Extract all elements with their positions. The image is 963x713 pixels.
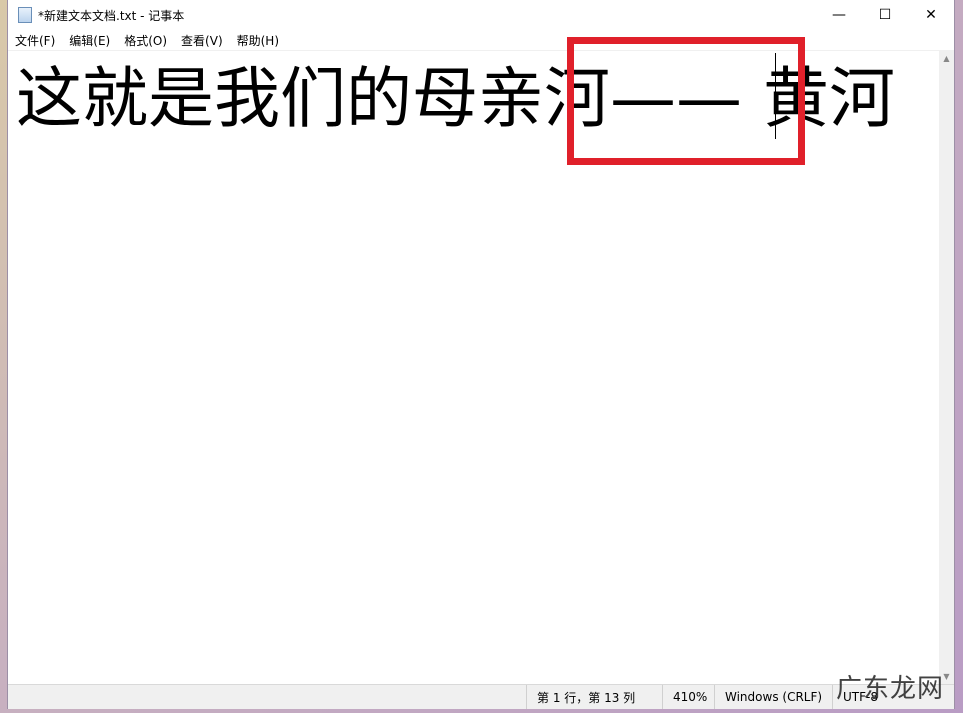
- status-bar: 第 1 行，第 13 列 410% Windows (CRLF) UTF-8: [8, 684, 954, 709]
- vertical-scrollbar[interactable]: ▲ ▼: [939, 50, 954, 684]
- menu-bar: 文件(F) 编辑(E) 格式(O) 查看(V) 帮助(H): [8, 30, 954, 50]
- menu-format[interactable]: 格式(O): [117, 32, 174, 49]
- menu-help[interactable]: 帮助(H): [230, 32, 286, 49]
- line-ending: Windows (CRLF): [714, 685, 832, 709]
- window-title: *新建文本文档.txt - 记事本: [38, 8, 185, 23]
- maximize-button[interactable]: ☐: [862, 0, 908, 30]
- text-editor-area[interactable]: 这就是我们的母亲河—— 黄河: [8, 37, 939, 685]
- notepad-window: *新建文本文档.txt - 记事本 — ☐ ✕ 文件(F) 编辑(E) 格式(O…: [8, 0, 954, 709]
- red-highlight-box: [567, 37, 805, 165]
- zoom-level: 410%: [662, 685, 714, 709]
- menu-edit[interactable]: 编辑(E): [62, 32, 117, 49]
- window-controls: — ☐ ✕: [816, 0, 954, 30]
- title-bar[interactable]: *新建文本文档.txt - 记事本 — ☐ ✕: [8, 0, 954, 30]
- cursor-position: 第 1 行，第 13 列: [526, 685, 662, 709]
- minimize-button[interactable]: —: [816, 0, 862, 30]
- close-button[interactable]: ✕: [908, 0, 954, 30]
- menu-file[interactable]: 文件(F): [8, 32, 62, 49]
- menu-view[interactable]: 查看(V): [174, 32, 230, 49]
- watermark-logo: 广东龙网: [836, 674, 945, 704]
- scroll-up-arrow-icon[interactable]: ▲: [939, 50, 954, 66]
- notepad-icon: [18, 7, 32, 23]
